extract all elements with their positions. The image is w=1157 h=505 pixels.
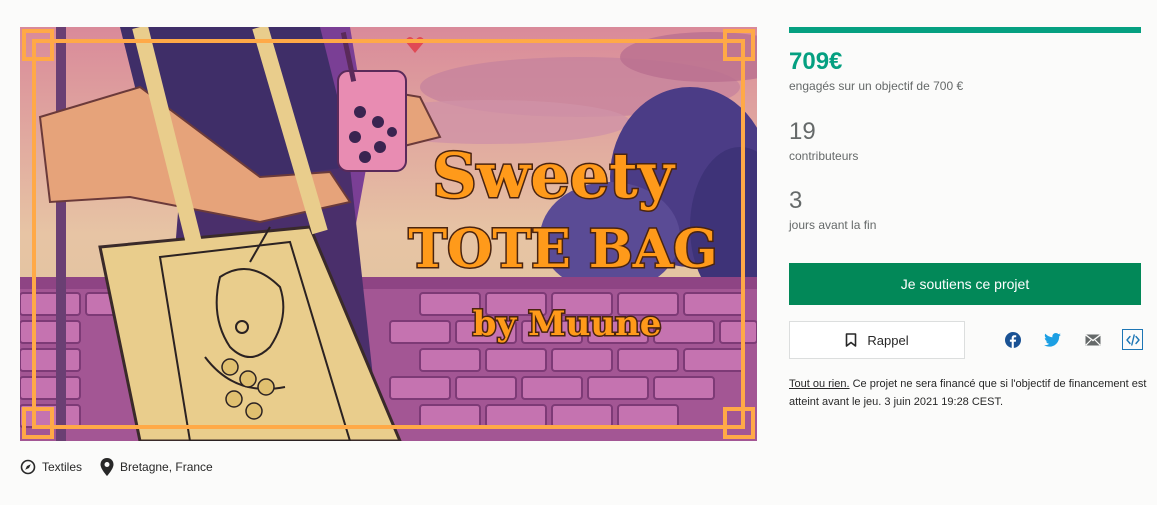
backers-label: contributeurs [789,149,859,163]
hero-title-line2: TOTE BAG [408,219,717,280]
all-or-nothing-link[interactable]: Tout ou rien. [789,378,850,390]
embed-icon [1125,333,1140,346]
location-label: Bretagne, France [120,460,213,474]
pledged-label: engagés sur un objectif de 700 € [789,79,964,93]
funding-progress-bar [789,27,1141,33]
pledged-amount: 709€ [789,48,843,75]
share-email-button[interactable] [1082,329,1104,351]
pledged-stat: 709€ engagés sur un objectif de 700 € [789,48,963,94]
map-pin-icon [100,458,114,476]
remind-label: Rappel [867,332,909,348]
tote-bag-illustration: Sweety TOTE BAG by Muune [20,27,757,441]
days-label: jours avant la fin [789,218,877,232]
all-or-nothing-notice: Tout ou rien. Ce projet ne sera financé … [789,375,1149,411]
twitter-icon [1043,333,1061,347]
location-link[interactable]: Bretagne, France [100,458,213,476]
days-count: 3 [789,187,803,214]
share-embed-button[interactable] [1122,329,1143,350]
share-twitter-button[interactable] [1041,329,1063,351]
category-label: Textiles [42,460,83,474]
project-hero-image[interactable]: Sweety TOTE BAG by Muune [20,27,757,441]
backers-stat: 19 contributeurs [789,118,858,164]
back-project-button[interactable]: Je soutiens ce projet [789,263,1141,305]
hero-title-line1: Sweety [432,139,676,212]
hero-title-line3: by Muune [473,304,662,344]
facebook-icon [1005,332,1021,348]
compass-icon [20,459,36,475]
bookmark-icon [846,333,857,347]
project-meta: Textiles Bretagne, France [20,457,231,477]
remind-me-button[interactable]: Rappel [789,321,965,359]
email-icon [1085,334,1101,346]
backers-count: 19 [789,118,816,145]
category-link[interactable]: Textiles [20,459,82,475]
days-stat: 3 jours avant la fin [789,187,876,233]
share-facebook-button[interactable] [1002,329,1024,351]
funding-progress-fill [789,27,1141,33]
